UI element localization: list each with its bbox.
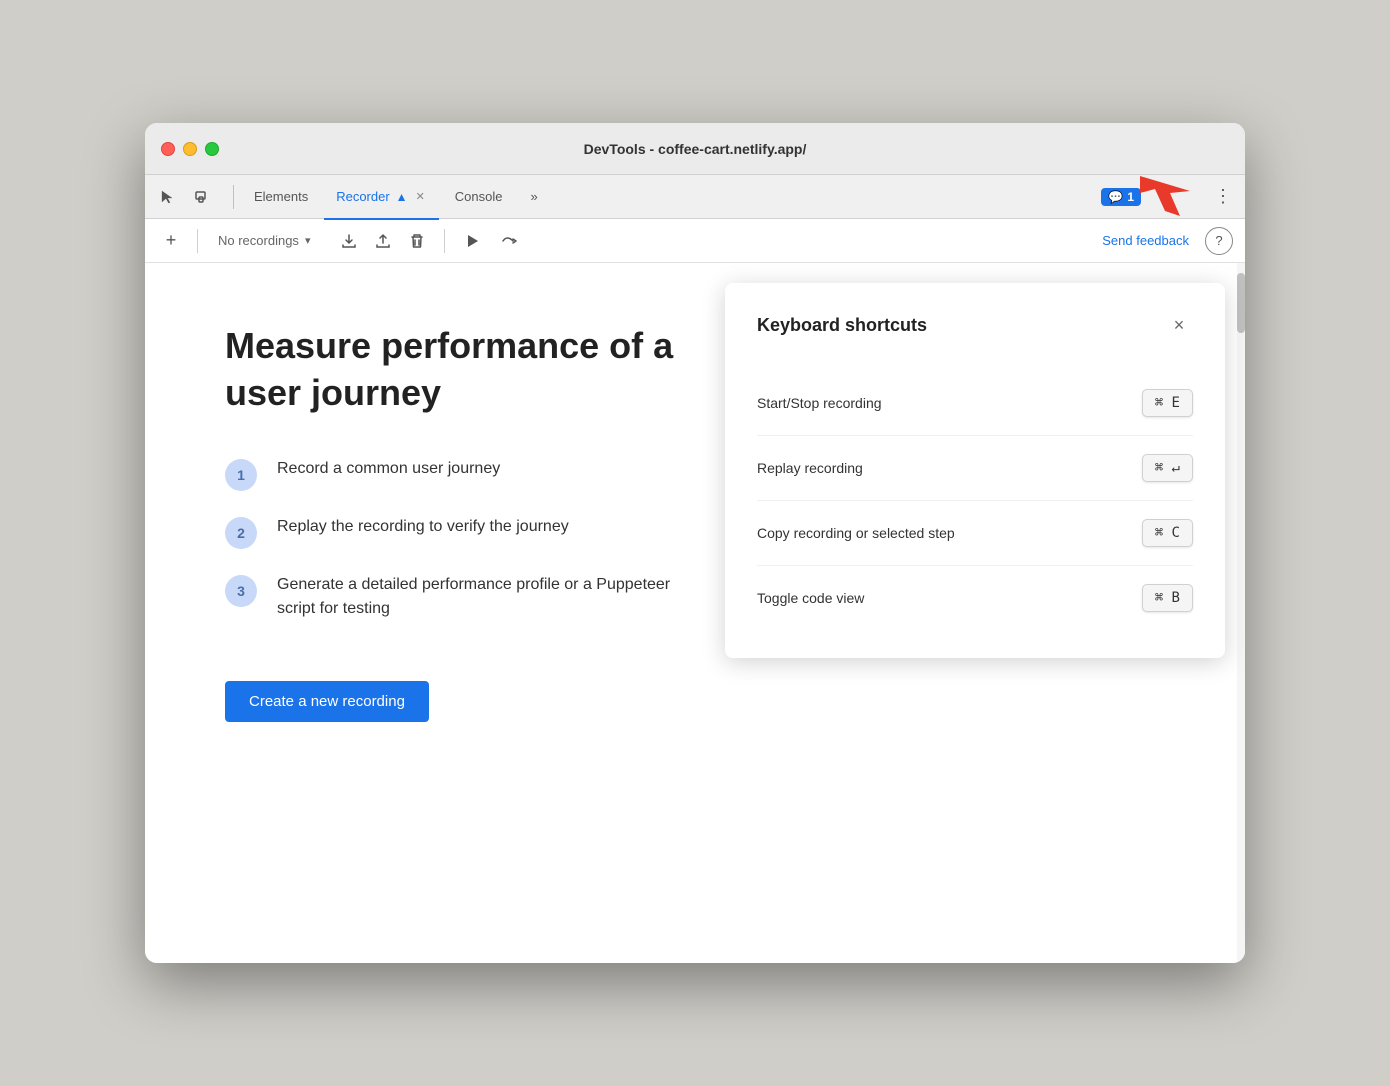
tab-divider [233, 185, 234, 209]
close-button[interactable] [161, 142, 175, 156]
shortcut-key-copy: ⌘ C [1142, 519, 1193, 547]
step-over-button[interactable] [495, 226, 525, 256]
devtools-window: DevTools - coffee-cart.netlify.app/ Elem… [145, 123, 1245, 963]
devtools-menu-button[interactable]: ⋮ [1209, 183, 1237, 211]
main-content-area: Measure performance of a user journey 1 … [145, 263, 1245, 963]
help-button[interactable]: ? [1205, 227, 1233, 255]
tab-icon-group [153, 183, 217, 211]
scrollbar-thumb[interactable] [1237, 273, 1245, 333]
popup-header: Keyboard shortcuts × [757, 311, 1193, 339]
export-recording-button[interactable] [334, 226, 364, 256]
toolbar-divider-2 [444, 229, 445, 253]
window-title: DevTools - coffee-cart.netlify.app/ [584, 141, 807, 157]
title-bar: DevTools - coffee-cart.netlify.app/ [145, 123, 1245, 175]
badge-icon: 💬 [1108, 190, 1123, 204]
send-feedback-link[interactable]: Send feedback [1094, 229, 1197, 252]
step-text-1: Record a common user journey [277, 457, 500, 481]
recordings-dropdown[interactable]: No recordings ▾ [210, 229, 318, 252]
shortcut-row-replay: Replay recording ⌘ ↵ [757, 435, 1193, 500]
import-recording-button[interactable] [368, 226, 398, 256]
minimize-button[interactable] [183, 142, 197, 156]
shortcut-label-toggle: Toggle code view [757, 590, 864, 606]
shortcut-label-replay: Replay recording [757, 460, 863, 476]
shortcut-key-start-stop: ⌘ E [1142, 389, 1193, 417]
steps-list: 1 Record a common user journey 2 Replay … [225, 457, 685, 621]
shortcuts-list: Start/Stop recording ⌘ E Replay recordin… [757, 371, 1193, 630]
scrollbar-track [1237, 263, 1245, 963]
popup-close-button[interactable]: × [1165, 311, 1193, 339]
step-item-2: 2 Replay the recording to verify the jou… [225, 515, 685, 549]
keyboard-shortcuts-popup: Keyboard shortcuts × Start/Stop recordin… [725, 283, 1225, 658]
toolbar-divider-1 [197, 229, 198, 253]
recorder-tab-close[interactable]: ✕ [414, 188, 427, 205]
tab-more[interactable]: » [518, 176, 549, 220]
shortcut-row-copy: Copy recording or selected step ⌘ C [757, 500, 1193, 565]
traffic-lights [161, 142, 219, 156]
recorder-action-buttons [334, 226, 432, 256]
delete-recording-button[interactable] [402, 226, 432, 256]
shortcut-label-copy: Copy recording or selected step [757, 525, 955, 541]
step-number-3: 3 [225, 575, 257, 607]
play-recording-button[interactable] [457, 226, 487, 256]
badge-count: 1 [1127, 190, 1134, 204]
select-tool-icon[interactable] [153, 183, 181, 211]
maximize-button[interactable] [205, 142, 219, 156]
dropdown-chevron-icon: ▾ [305, 234, 311, 247]
devtools-tabs-bar: Elements Recorder ▲ ✕ Console » 💬 1 ⋮ [145, 175, 1245, 219]
help-icon: ? [1215, 233, 1222, 248]
tab-recorder[interactable]: Recorder ▲ ✕ [324, 176, 439, 220]
shortcut-row-start-stop: Start/Stop recording ⌘ E [757, 371, 1193, 435]
step-item-1: 1 Record a common user journey [225, 457, 685, 491]
add-recording-button[interactable]: + [157, 227, 185, 255]
shortcut-row-toggle: Toggle code view ⌘ B [757, 565, 1193, 630]
step-item-3: 3 Generate a detailed performance profil… [225, 573, 685, 621]
elements-tab-label: Elements [254, 189, 308, 204]
no-recordings-label: No recordings [218, 233, 299, 248]
red-arrow-annotation [1135, 171, 1195, 221]
tab-elements[interactable]: Elements [242, 176, 320, 220]
recorder-toolbar: + No recordings ▾ [145, 219, 1245, 263]
shortcut-label-start-stop: Start/Stop recording [757, 395, 882, 411]
more-tabs-label: » [530, 189, 537, 204]
popup-title: Keyboard shortcuts [757, 315, 927, 336]
page-title: Measure performance of a user journey [225, 323, 705, 417]
recorder-tab-icon: ▲ [396, 190, 408, 204]
step-text-3: Generate a detailed performance profile … [277, 573, 685, 621]
shortcut-key-replay: ⌘ ↵ [1142, 454, 1193, 482]
device-toolbar-icon[interactable] [189, 183, 217, 211]
shortcut-key-toggle: ⌘ B [1142, 584, 1193, 612]
tab-console[interactable]: Console [443, 176, 515, 220]
step-text-2: Replay the recording to verify the journ… [277, 515, 569, 539]
console-tab-label: Console [455, 189, 503, 204]
step-number-1: 1 [225, 459, 257, 491]
recorder-tab-label: Recorder [336, 189, 389, 204]
step-number-2: 2 [225, 517, 257, 549]
create-recording-button[interactable]: Create a new recording [225, 681, 429, 722]
